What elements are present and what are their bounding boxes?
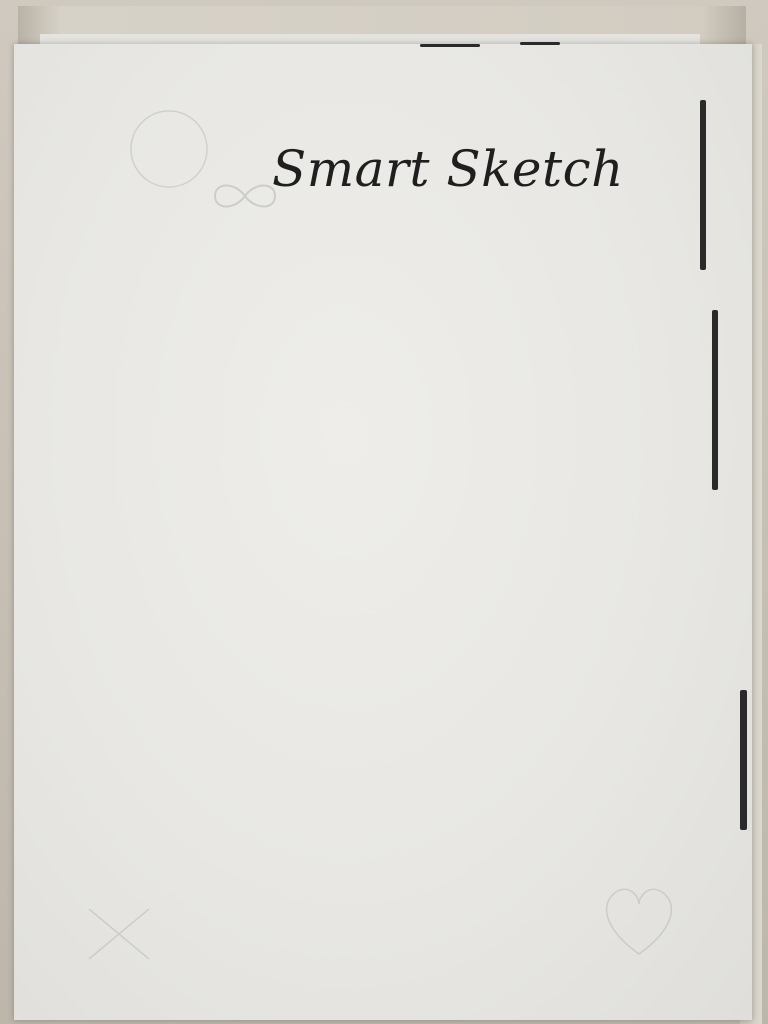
ink-top-mark bbox=[420, 44, 480, 47]
handwritten-title: Smart Sketch bbox=[272, 140, 624, 198]
faint-cross-icon bbox=[88, 908, 150, 960]
paper-sheet: Smart Sketch bbox=[14, 44, 752, 1020]
ink-top-mark bbox=[520, 42, 560, 45]
ink-edge-mark bbox=[740, 690, 747, 830]
infinity-icon bbox=[213, 184, 277, 208]
photo-scene: Smart Sketch bbox=[0, 0, 768, 1024]
faint-heart-icon bbox=[605, 888, 673, 955]
ink-edge-mark bbox=[700, 100, 706, 270]
ink-edge-mark bbox=[712, 310, 718, 490]
faint-circle-icon bbox=[130, 110, 208, 188]
